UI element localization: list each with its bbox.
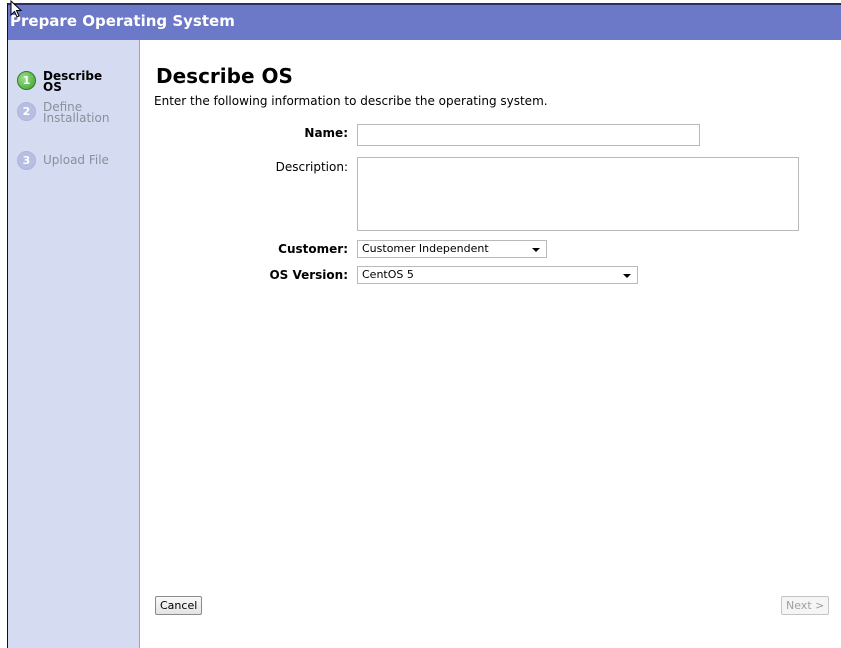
step-1-badge: 1: [17, 71, 36, 90]
step-2-badge: 2: [17, 102, 36, 121]
wizard-steps-sidebar: 1 Describe OS 2 Define Installation 3 Up…: [8, 40, 140, 648]
mouse-cursor-icon: [10, 0, 22, 18]
window-titlebar: Prepare Operating System: [8, 3, 841, 40]
step-3-badge: 3: [17, 151, 36, 170]
next-button[interactable]: Next >: [781, 596, 830, 615]
window-title: Prepare Operating System: [10, 12, 235, 30]
os-version-label: OS Version:: [269, 268, 348, 282]
step-3-label: Upload File: [43, 153, 109, 167]
name-input[interactable]: [357, 124, 700, 146]
main-content: Describe OS Enter the following informat…: [140, 40, 841, 648]
description-label: Description:: [275, 160, 348, 174]
description-textarea[interactable]: [357, 157, 799, 231]
chevron-down-icon: [623, 274, 631, 278]
page-title: Describe OS: [156, 64, 293, 88]
name-label: Name:: [304, 126, 348, 140]
customer-selected-value: Customer Independent: [362, 242, 489, 255]
step-define-installation: 2 Define Installation: [17, 100, 110, 125]
chevron-down-icon: [532, 248, 540, 252]
step-upload-file: 3 Upload File: [17, 151, 109, 170]
step-2-label: Define Installation: [43, 100, 110, 125]
customer-label: Customer:: [278, 242, 348, 256]
os-version-select[interactable]: CentOS 5: [357, 266, 638, 284]
os-version-selected-value: CentOS 5: [362, 268, 414, 281]
page-intro-text: Enter the following information to descr…: [154, 94, 548, 108]
step-1-label: Describe OS: [43, 69, 103, 94]
wizard-window: Prepare Operating System 1 Describe OS 2…: [7, 3, 841, 648]
customer-select[interactable]: Customer Independent: [357, 240, 547, 258]
step-describe-os: 1 Describe OS: [17, 69, 103, 94]
cancel-button[interactable]: Cancel: [155, 596, 203, 615]
